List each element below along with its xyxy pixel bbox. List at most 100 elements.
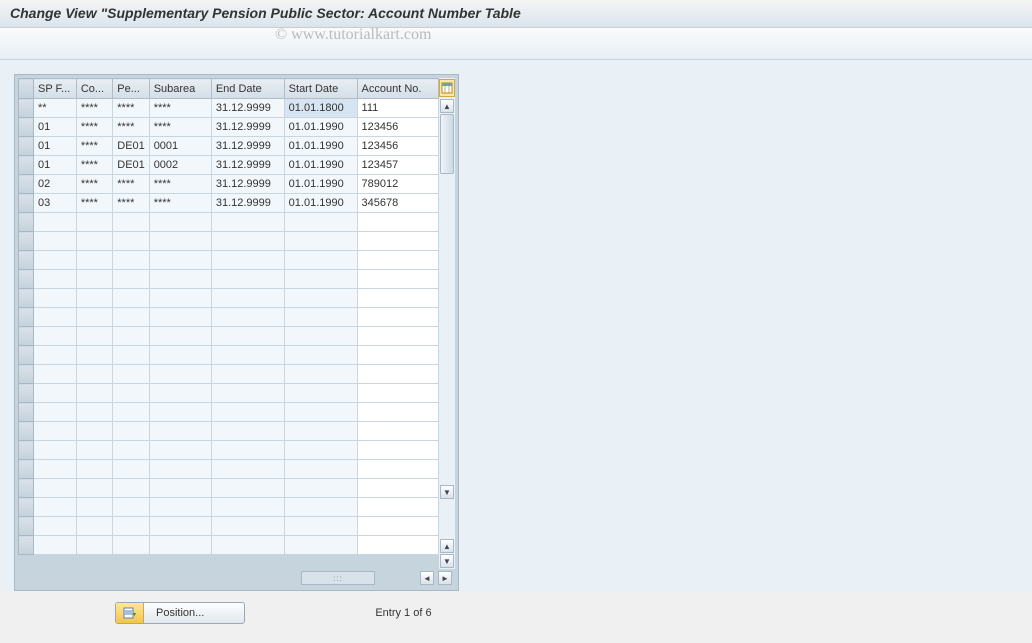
empty-cell[interactable] xyxy=(76,289,112,308)
scroll-left-button[interactable]: ◄ xyxy=(420,571,434,585)
empty-cell[interactable] xyxy=(76,498,112,517)
empty-cell[interactable] xyxy=(34,213,77,232)
row-selector[interactable] xyxy=(19,232,34,251)
col-header-pe[interactable]: Pe... xyxy=(113,79,149,99)
table-row-empty[interactable] xyxy=(19,517,439,536)
table-row-empty[interactable] xyxy=(19,327,439,346)
empty-cell[interactable] xyxy=(113,308,149,327)
vertical-scrollbar[interactable]: ▲ ▼ ▲ ▼ xyxy=(439,78,455,569)
cell-account[interactable]: 789012 xyxy=(357,175,438,194)
empty-cell[interactable] xyxy=(113,270,149,289)
empty-cell[interactable] xyxy=(113,422,149,441)
scroll-up-button[interactable]: ▲ xyxy=(440,99,454,113)
table-row-empty[interactable] xyxy=(19,460,439,479)
empty-cell[interactable] xyxy=(113,289,149,308)
row-selector[interactable] xyxy=(19,517,34,536)
empty-cell[interactable] xyxy=(113,460,149,479)
table-row[interactable]: **************31.12.999901.01.1800111 xyxy=(19,99,439,118)
cell-co[interactable]: **** xyxy=(76,137,112,156)
scroll-down-button[interactable]: ▼ xyxy=(440,485,454,499)
empty-cell[interactable] xyxy=(149,251,211,270)
cell-co[interactable]: **** xyxy=(76,156,112,175)
cell-pe[interactable]: **** xyxy=(113,118,149,137)
empty-cell[interactable] xyxy=(76,327,112,346)
empty-cell[interactable] xyxy=(357,479,438,498)
empty-cell[interactable] xyxy=(357,460,438,479)
cell-co[interactable]: **** xyxy=(76,99,112,118)
empty-cell[interactable] xyxy=(34,232,77,251)
empty-cell[interactable] xyxy=(113,327,149,346)
cell-subarea[interactable]: 0001 xyxy=(149,137,211,156)
cell-start_date[interactable]: 01.01.1990 xyxy=(284,118,357,137)
col-header-subarea[interactable]: Subarea xyxy=(149,79,211,99)
row-selector[interactable] xyxy=(19,460,34,479)
empty-cell[interactable] xyxy=(34,460,77,479)
cell-end_date[interactable]: 31.12.9999 xyxy=(211,118,284,137)
empty-cell[interactable] xyxy=(284,365,357,384)
empty-cell[interactable] xyxy=(149,289,211,308)
horizontal-scrollbar[interactable]: ::: ◄ ► xyxy=(18,569,455,587)
empty-cell[interactable] xyxy=(149,384,211,403)
account-number-table[interactable]: SP F... Co... Pe... Subarea End Date Sta… xyxy=(18,78,439,555)
empty-cell[interactable] xyxy=(113,517,149,536)
empty-cell[interactable] xyxy=(357,536,438,555)
scroll-track[interactable] xyxy=(439,114,455,484)
empty-cell[interactable] xyxy=(357,346,438,365)
empty-cell[interactable] xyxy=(113,365,149,384)
empty-cell[interactable] xyxy=(357,517,438,536)
row-selector[interactable] xyxy=(19,384,34,403)
empty-cell[interactable] xyxy=(76,441,112,460)
scroll-down-secondary[interactable]: ▼ xyxy=(440,554,454,568)
empty-cell[interactable] xyxy=(211,384,284,403)
row-selector[interactable] xyxy=(19,251,34,270)
cell-subarea[interactable]: **** xyxy=(149,99,211,118)
empty-cell[interactable] xyxy=(149,232,211,251)
row-selector[interactable] xyxy=(19,194,34,213)
cell-end_date[interactable]: 31.12.9999 xyxy=(211,156,284,175)
empty-cell[interactable] xyxy=(284,232,357,251)
scroll-right-button[interactable]: ► xyxy=(438,571,452,585)
empty-cell[interactable] xyxy=(76,232,112,251)
cell-co[interactable]: **** xyxy=(76,118,112,137)
cell-pe[interactable]: **** xyxy=(113,99,149,118)
empty-cell[interactable] xyxy=(149,441,211,460)
cell-account[interactable]: 345678 xyxy=(357,194,438,213)
cell-start_date[interactable]: 01.01.1800 xyxy=(284,99,357,118)
table-row-empty[interactable] xyxy=(19,403,439,422)
empty-cell[interactable] xyxy=(357,384,438,403)
empty-cell[interactable] xyxy=(149,308,211,327)
cell-sp[interactable]: 01 xyxy=(34,156,77,175)
row-selector[interactable] xyxy=(19,422,34,441)
row-selector[interactable] xyxy=(19,346,34,365)
empty-cell[interactable] xyxy=(34,346,77,365)
empty-cell[interactable] xyxy=(34,327,77,346)
empty-cell[interactable] xyxy=(211,498,284,517)
cell-pe[interactable]: DE01 xyxy=(113,156,149,175)
empty-cell[interactable] xyxy=(113,479,149,498)
empty-cell[interactable] xyxy=(211,403,284,422)
row-selector[interactable] xyxy=(19,137,34,156)
table-row-empty[interactable] xyxy=(19,346,439,365)
empty-cell[interactable] xyxy=(211,517,284,536)
table-row-empty[interactable] xyxy=(19,289,439,308)
empty-cell[interactable] xyxy=(357,213,438,232)
table-row-empty[interactable] xyxy=(19,536,439,555)
cell-end_date[interactable]: 31.12.9999 xyxy=(211,175,284,194)
empty-cell[interactable] xyxy=(284,384,357,403)
empty-cell[interactable] xyxy=(284,270,357,289)
empty-cell[interactable] xyxy=(211,536,284,555)
table-row-empty[interactable] xyxy=(19,308,439,327)
empty-cell[interactable] xyxy=(284,479,357,498)
empty-cell[interactable] xyxy=(149,536,211,555)
empty-cell[interactable] xyxy=(34,422,77,441)
empty-cell[interactable] xyxy=(76,403,112,422)
empty-cell[interactable] xyxy=(357,270,438,289)
empty-cell[interactable] xyxy=(211,346,284,365)
empty-cell[interactable] xyxy=(76,346,112,365)
empty-cell[interactable] xyxy=(76,460,112,479)
row-selector[interactable] xyxy=(19,327,34,346)
cell-co[interactable]: **** xyxy=(76,194,112,213)
empty-cell[interactable] xyxy=(284,346,357,365)
cell-start_date[interactable]: 01.01.1990 xyxy=(284,194,357,213)
empty-cell[interactable] xyxy=(211,213,284,232)
